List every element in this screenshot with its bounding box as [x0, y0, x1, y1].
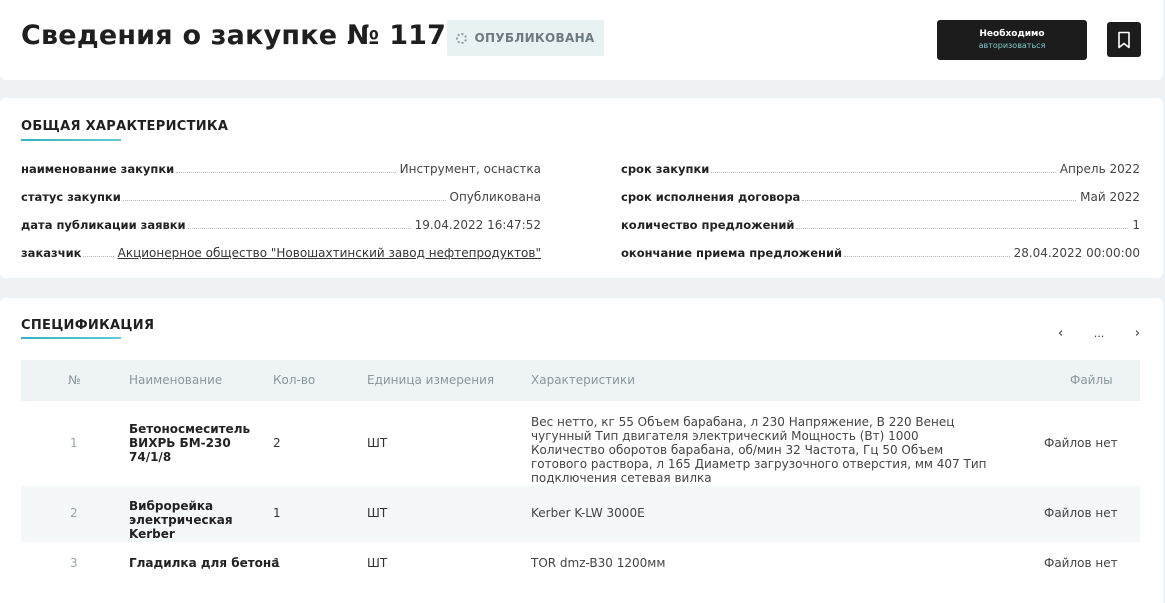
row-qty: 1 — [273, 506, 281, 520]
prop-label: наименование закупки — [21, 162, 175, 176]
prop-label: заказчик — [21, 246, 82, 260]
section-title-general: ОБЩАЯ ХАРАКТЕРИСТИКА — [21, 119, 229, 134]
prop-row: заказчик Акционерное общество "Новошахти… — [21, 244, 541, 260]
row-files: Файлов нет — [1044, 506, 1118, 520]
row-qty: 2 — [273, 436, 281, 450]
spec-table: № Наименование Кол-во Единица измерения … — [21, 360, 1140, 584]
col-header-unit: Единица измерения — [367, 373, 495, 387]
dotted-leader — [844, 256, 1010, 257]
bookmark-icon — [1118, 31, 1130, 48]
prop-label: окончание приема предложений — [621, 246, 843, 260]
row-num: 1 — [70, 436, 78, 450]
dotted-leader — [187, 228, 411, 229]
purchase-header: Сведения о закупке № 11727 ОПУБЛИКОВАНА … — [0, 0, 1163, 80]
prop-value: Апрель 2022 — [1059, 162, 1140, 176]
prop-label: срок исполнения договора — [621, 190, 801, 204]
prop-value: Инструмент, оснастка — [399, 162, 541, 176]
dotted-leader — [796, 228, 1129, 229]
dotted-leader — [176, 172, 396, 173]
table-row: 1 Бетоносмеситель ВИХРЬ БМ-230 74/1/8 2 … — [21, 401, 1140, 486]
row-unit: ШТ — [367, 556, 388, 570]
row-desc: Вес нетто, кг 55 Объем барабана, л 230 Н… — [531, 415, 987, 485]
spinner-icon — [456, 32, 468, 44]
col-header-qty: Кол-во — [273, 373, 316, 387]
col-header-files: Файлы — [1070, 373, 1113, 387]
row-qty: 1 — [273, 556, 281, 570]
row-desc: TOR dmz-B30 1200мм — [531, 556, 666, 570]
prop-value: 28.04.2022 00:00:00 — [1013, 246, 1140, 260]
col-header-name: Наименование — [129, 373, 223, 387]
row-name: Виброрейка электрическая Kerber — [129, 499, 233, 541]
auth-required-button[interactable]: Необходимо авторизоваться — [937, 20, 1087, 60]
prop-row: количество предложений 1 — [621, 216, 1140, 232]
row-name: Гладилка для бетона — [129, 556, 280, 570]
section-underline — [21, 337, 121, 339]
status-badge-label: ОПУБЛИКОВАНА — [474, 31, 595, 45]
section-underline — [21, 139, 121, 141]
prop-value: 1 — [1132, 218, 1140, 232]
dotted-leader — [122, 200, 446, 201]
prop-row: статус закупки Опубликована — [21, 188, 541, 204]
dotted-leader — [802, 200, 1077, 201]
status-badge: ОПУБЛИКОВАНА — [447, 20, 604, 56]
prop-value: 19.04.2022 16:47:52 — [414, 218, 541, 232]
col-header-num: № — [68, 373, 81, 387]
prop-row: дата публикации заявки 19.04.2022 16:47:… — [21, 216, 541, 232]
row-files: Файлов нет — [1044, 556, 1118, 570]
prop-row: срок закупки Апрель 2022 — [621, 160, 1140, 176]
pager-next-button[interactable]: › — [1135, 326, 1140, 341]
auth-button-line2: авторизоваться — [978, 41, 1046, 50]
row-num: 3 — [70, 556, 78, 570]
page-title: Сведения о закупке № 11727 — [21, 20, 485, 51]
customer-link[interactable]: Акционерное общество "Новошахтинский зав… — [118, 246, 541, 260]
pager-ellipsis[interactable]: ... — [1094, 327, 1105, 340]
dotted-leader — [711, 172, 1056, 173]
prop-row: срок исполнения договора Май 2022 — [621, 188, 1140, 204]
prop-row: окончание приема предложений 28.04.2022 … — [621, 244, 1140, 260]
prop-value: Май 2022 — [1080, 190, 1140, 204]
prop-value: Опубликована — [449, 190, 541, 204]
table-row: 2 Виброрейка электрическая Kerber 1 ШТ K… — [21, 486, 1140, 542]
prop-row: наименование закупки Инструмент, оснастк… — [21, 160, 541, 176]
row-files: Файлов нет — [1044, 436, 1118, 450]
prop-label: количество предложений — [621, 218, 795, 232]
pager-prev-button[interactable]: ‹ — [1058, 326, 1063, 341]
dotted-leader — [83, 256, 114, 257]
row-unit: ШТ — [367, 436, 388, 450]
bookmark-button[interactable] — [1107, 22, 1141, 57]
auth-button-line1: Необходимо — [979, 29, 1045, 39]
prop-label: статус закупки — [21, 190, 121, 204]
section-title-spec: СПЕЦИФИКАЦИЯ — [21, 318, 155, 333]
col-header-desc: Характеристики — [531, 373, 636, 387]
prop-label: срок закупки — [621, 162, 710, 176]
pagination: ‹ ... › — [1058, 326, 1140, 341]
row-unit: ШТ — [367, 506, 388, 520]
row-name: Бетоносмеситель ВИХРЬ БМ-230 74/1/8 — [129, 422, 251, 464]
row-desc: Kerber K-LW 3000E — [531, 506, 645, 520]
row-num: 2 — [70, 506, 78, 520]
table-header: № Наименование Кол-во Единица измерения … — [21, 360, 1140, 401]
prop-label: дата публикации заявки — [21, 218, 186, 232]
table-row: 3 Гладилка для бетона 1 ШТ TOR dmz-B30 1… — [21, 542, 1140, 584]
general-section: ОБЩАЯ ХАРАКТЕРИСТИКА наименование закупк… — [0, 98, 1163, 278]
